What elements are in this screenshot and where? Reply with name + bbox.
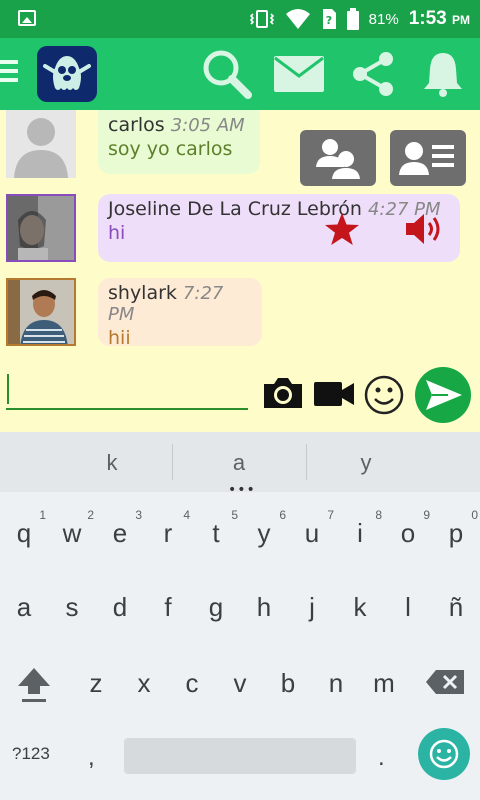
sender-name: carlos	[108, 114, 165, 136]
key-o[interactable]: 9o	[388, 508, 430, 549]
message-time: 3:05 AM	[170, 115, 245, 136]
key-z[interactable]: z	[76, 668, 116, 699]
star-icon[interactable]	[324, 212, 360, 250]
suggestion-1[interactable]: k	[82, 450, 142, 476]
key-e[interactable]: 3e	[100, 508, 142, 549]
composer	[0, 362, 480, 432]
soft-keyboard: k a y ••• 1q2w3e4r5t6y7u8i9o0pasdfghjklñ…	[0, 432, 480, 800]
battery-percent: 81%	[368, 10, 399, 28]
vibrate-icon	[249, 10, 274, 28]
more-suggestions-icon[interactable]: •••	[228, 482, 256, 498]
key-q[interactable]: 1q	[4, 508, 46, 549]
key-hint: 4	[183, 508, 190, 522]
menu-icon[interactable]	[0, 60, 20, 86]
key-s[interactable]: s	[52, 592, 92, 623]
key-d[interactable]: d	[100, 592, 140, 623]
app-logo[interactable]	[37, 46, 97, 102]
key-hint: 8	[375, 508, 382, 522]
camera-icon[interactable]	[262, 376, 304, 410]
key-g[interactable]: g	[196, 592, 236, 623]
key-b[interactable]: b	[268, 668, 308, 699]
comma-key[interactable]: ,	[88, 744, 95, 772]
mail-icon[interactable]	[272, 48, 326, 100]
status-bar: ? 81% 1:53 PM	[0, 0, 480, 38]
search-icon[interactable]	[200, 48, 254, 100]
sender-name: shylark	[108, 282, 177, 304]
clock: 1:53 PM	[409, 8, 470, 30]
svg-text:?: ?	[325, 14, 331, 27]
key-l[interactable]: l	[388, 592, 428, 623]
group-icon	[316, 139, 360, 179]
share-icon[interactable]	[346, 48, 400, 100]
shift-icon[interactable]	[14, 664, 54, 708]
message-bubble[interactable]: shylark 7:27 PM hii	[98, 278, 262, 349]
key-hint: 1	[39, 508, 46, 522]
symbols-key[interactable]: ?123	[12, 744, 50, 764]
avatar[interactable]	[6, 110, 76, 178]
period-key[interactable]: .	[378, 744, 385, 772]
key-ñ[interactable]: ñ	[436, 592, 476, 623]
clock-ampm: PM	[452, 13, 470, 27]
contact-card-button[interactable]	[390, 130, 466, 186]
key-hint: 9	[423, 508, 430, 522]
speaker-icon[interactable]	[404, 212, 444, 250]
key-t[interactable]: 5t	[196, 508, 238, 549]
clock-time: 1:53	[408, 8, 447, 29]
key-n[interactable]: n	[316, 668, 356, 699]
bell-icon[interactable]	[416, 48, 470, 100]
suggestion-strip: k a y •••	[0, 432, 480, 498]
suggestion-2[interactable]: a	[209, 450, 269, 476]
wifi-icon	[285, 9, 310, 29]
key-hint: 2	[87, 508, 94, 522]
key-hint: 3	[135, 508, 142, 522]
key-m[interactable]: m	[364, 668, 404, 699]
system-tray: ? 81% 1:53 PM	[249, 0, 470, 38]
key-k[interactable]: k	[340, 592, 380, 623]
key-j[interactable]: j	[292, 592, 332, 623]
gallery-notification-icon	[18, 10, 36, 26]
key-hint: 7	[327, 508, 334, 522]
key-y[interactable]: 6y	[244, 508, 287, 549]
message-text: hi	[108, 222, 126, 244]
key-hint: 6	[279, 508, 286, 522]
app-bar	[0, 38, 480, 110]
message-input[interactable]	[6, 370, 248, 410]
key-p[interactable]: 0p	[436, 508, 478, 549]
key-x[interactable]: x	[124, 668, 164, 699]
sim-icon: ?	[322, 9, 336, 29]
message-bubble[interactable]: carlos 3:05 AM soy yo carlos	[98, 110, 260, 174]
video-icon[interactable]	[313, 380, 355, 408]
group-button[interactable]	[300, 130, 376, 186]
backspace-icon[interactable]	[424, 668, 466, 700]
message-text: hii	[108, 327, 131, 349]
battery-icon	[346, 8, 359, 30]
key-c[interactable]: c	[172, 668, 212, 699]
key-a[interactable]: a	[4, 592, 44, 623]
emoji-icon[interactable]	[363, 374, 405, 416]
key-hint: 5	[231, 508, 238, 522]
avatar[interactable]	[6, 194, 76, 262]
key-h[interactable]: h	[244, 592, 284, 623]
message-text: soy yo carlos	[108, 138, 233, 160]
key-w[interactable]: 2w	[52, 508, 94, 549]
text-cursor	[7, 374, 9, 404]
contact-card-icon	[399, 142, 454, 175]
keyboard-emoji-icon[interactable]	[418, 728, 470, 780]
send-icon[interactable]	[414, 366, 472, 424]
space-key[interactable]	[124, 738, 356, 774]
key-i[interactable]: 8i	[340, 508, 382, 549]
avatar[interactable]	[6, 278, 76, 346]
key-f[interactable]: f	[148, 592, 188, 623]
suggestion-3[interactable]: y	[336, 450, 396, 476]
key-u[interactable]: 7u	[292, 508, 334, 549]
key-v[interactable]: v	[220, 668, 260, 699]
key-hint: 0	[471, 508, 478, 522]
key-r[interactable]: 4r	[148, 508, 190, 549]
